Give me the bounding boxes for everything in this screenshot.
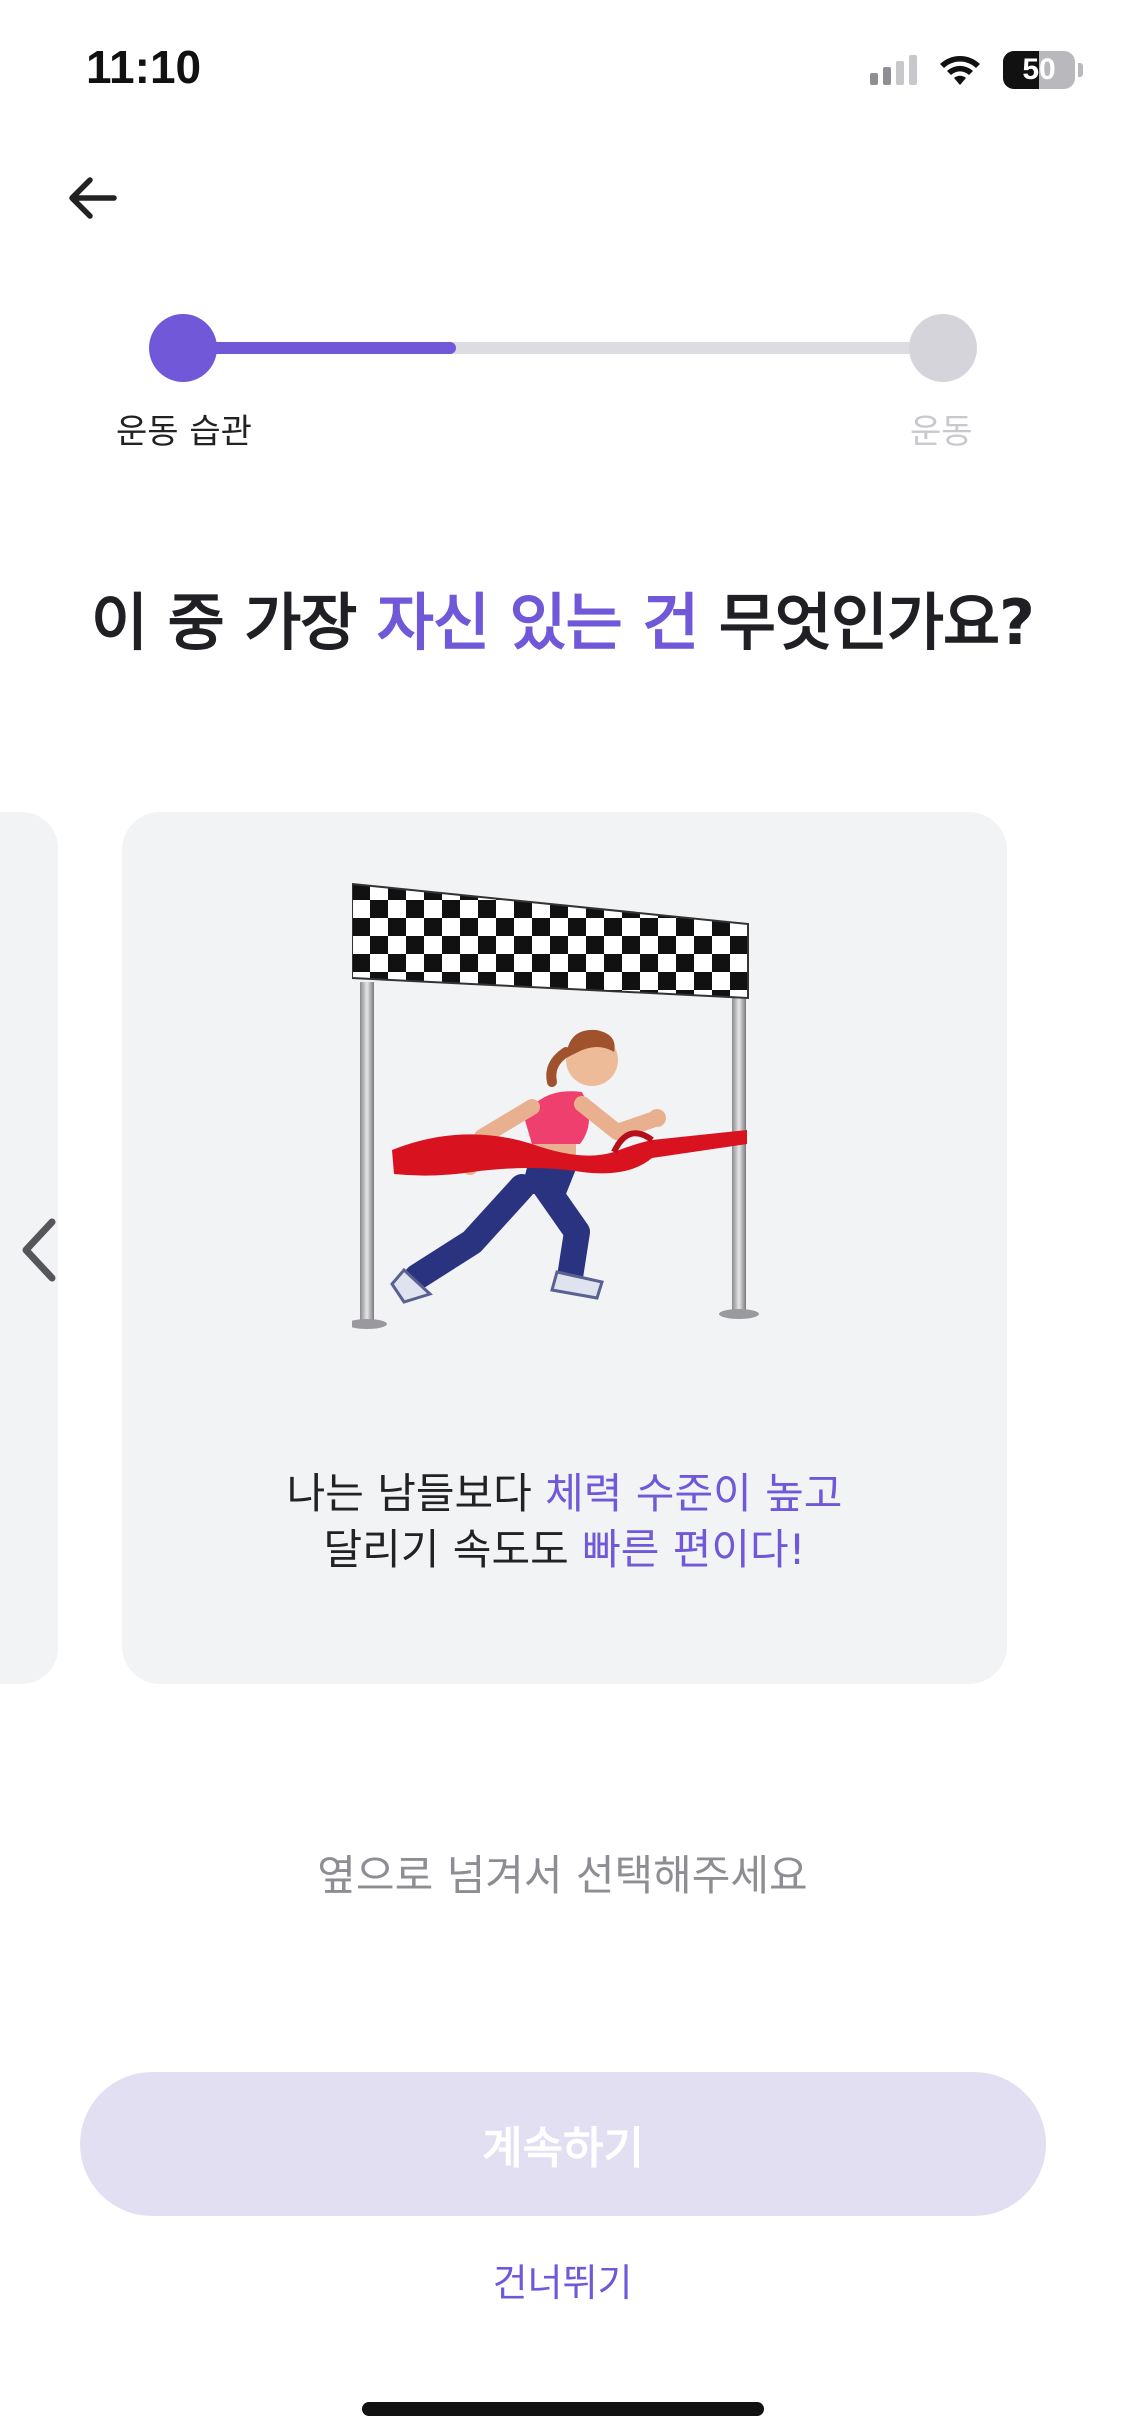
previous-card-button[interactable] [14, 1214, 70, 1286]
progress-fill [182, 342, 457, 354]
screen: 11:10 50 운동 습관 운동 이 중 가장 자신 있는 건 무엇인가요? [0, 0, 1125, 2436]
question-highlight: 자신 있는 건 [376, 586, 699, 659]
option-line-2: 달리기 속도도 빠른 편이다! [323, 1525, 806, 1574]
swipe-hint: 옆으로 넘겨서 선택해주세요 [317, 1851, 808, 1900]
step-dot-current [149, 314, 217, 382]
cellular-signal-icon [870, 55, 917, 85]
battery-level: 50 [1022, 53, 1056, 86]
option-line-1: 나는 남들보다 체력 수준이 높고 [286, 1469, 843, 1518]
arrow-left-icon [69, 177, 117, 219]
question-title: 이 중 가장 자신 있는 건 무엇인가요? [90, 586, 1035, 659]
option-card[interactable]: 나는 남들보다 체력 수준이 높고 달리기 속도도 빠른 편이다! [122, 812, 1007, 1684]
status-time: 11:10 [86, 41, 202, 93]
runner-finish-line-illustration [352, 882, 759, 1329]
step-label-current: 운동 습관 [116, 412, 252, 452]
chevron-left-icon [22, 1218, 56, 1282]
progress-track [182, 342, 944, 354]
back-button[interactable] [56, 162, 128, 234]
skip-link[interactable]: 건너뛰기 [0, 2252, 1125, 2307]
home-indicator [362, 2402, 764, 2416]
step-label-next: 운동 [910, 412, 973, 452]
continue-button[interactable]: 계속하기 [80, 2072, 1046, 2216]
wifi-icon [940, 56, 980, 85]
battery-icon: 50 [1003, 51, 1075, 89]
option-description: 나는 남들보다 체력 수준이 높고 달리기 속도도 빠른 편이다! [122, 1466, 1007, 1578]
status-icons: 50 [870, 48, 1083, 92]
step-dot-next [909, 314, 977, 382]
